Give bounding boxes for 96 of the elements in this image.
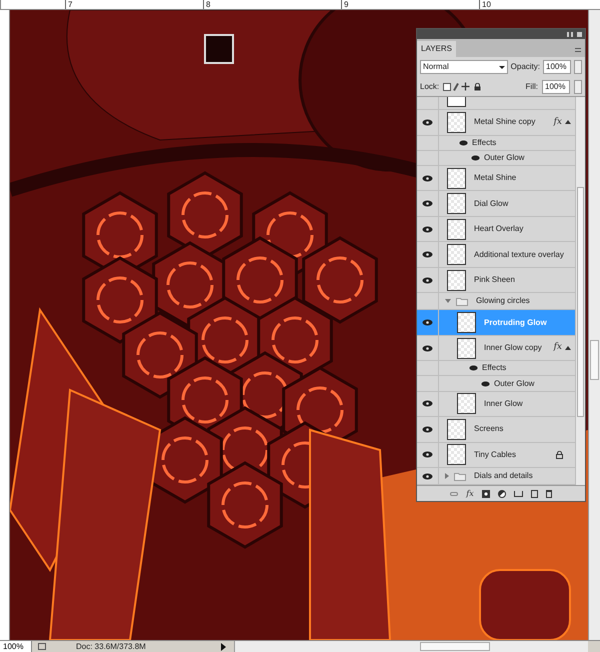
layer-thumbnail	[447, 168, 466, 189]
collapse-icon[interactable]	[567, 32, 573, 36]
layer-row[interactable]: Metal Shine copy fx	[417, 110, 575, 136]
brush-icon[interactable]	[453, 82, 459, 90]
effects-label: Effects	[472, 136, 496, 149]
effect-name: Outer Glow	[494, 378, 534, 390]
layer-name: Pink Sheen	[474, 274, 515, 286]
lock-transparency-icon[interactable]	[443, 82, 452, 90]
group-row[interactable]: Dials and details	[417, 468, 575, 485]
layer-thumbnail	[447, 244, 466, 266]
adjustment-icon[interactable]	[498, 490, 506, 498]
layer-name: Inner Glow copy	[484, 342, 542, 354]
mask-icon[interactable]	[482, 490, 490, 498]
layer-thumbnail	[457, 338, 476, 359]
scroll-thumb[interactable]	[577, 187, 584, 417]
move-icon[interactable]	[461, 82, 470, 91]
layer-row[interactable]: Inner Glow	[417, 392, 575, 418]
effects-badge[interactable]: fx	[554, 341, 562, 355]
layer-row[interactable]: Heart Overlay	[417, 216, 575, 242]
eye-icon[interactable]	[422, 400, 433, 408]
layer-name: Screens	[474, 423, 504, 436]
layer-thumbnail	[447, 218, 466, 240]
layer-name: Inner Glow	[484, 398, 523, 410]
layers-tab[interactable]: LAYERS	[417, 41, 456, 57]
eye-icon[interactable]	[422, 276, 433, 284]
panel-menu-icon[interactable]	[575, 48, 581, 52]
new-layer-icon[interactable]	[530, 490, 538, 498]
layer-row[interactable]: Screens	[417, 417, 575, 443]
eye-icon[interactable]	[422, 344, 433, 352]
effects-label: Effects	[482, 362, 506, 374]
eye-icon[interactable]	[422, 426, 433, 433]
layer-thumbnail	[447, 444, 466, 466]
eye-icon[interactable]	[422, 118, 433, 126]
layer-row[interactable]: Dial Glow	[417, 191, 575, 217]
effect-name: Outer Glow	[484, 152, 524, 164]
layer-name: Metal Shine copy	[474, 116, 536, 128]
opacity-field[interactable]: 100%	[543, 60, 571, 74]
close-icon[interactable]	[577, 32, 582, 36]
lock-icon[interactable]	[474, 82, 482, 90]
scroll-thumb[interactable]	[590, 340, 599, 380]
scroll-thumb[interactable]	[420, 642, 490, 651]
layer-thumbnail	[457, 312, 476, 334]
horizontal-scrollbar[interactable]	[234, 641, 588, 652]
lock-label: Lock:	[420, 80, 440, 92]
layer-name: Tiny Cables	[474, 448, 516, 461]
layer-row[interactable]: Pink Sheen	[417, 268, 575, 294]
layer-name: Dial Glow	[474, 198, 508, 210]
layer-name: Protruding Glow	[484, 316, 547, 329]
eye-icon[interactable]	[422, 174, 433, 182]
preview-icon[interactable]	[38, 643, 46, 650]
layer-thumbnail	[457, 393, 476, 414]
eye-icon[interactable]	[422, 319, 433, 326]
blend-mode-dropdown[interactable]: Normal	[420, 60, 508, 74]
eye-icon[interactable]	[471, 154, 480, 161]
layer-row[interactable]: Additional texture overlay	[417, 242, 575, 268]
eye-icon[interactable]	[459, 140, 468, 146]
layer-thumbnail	[447, 418, 466, 440]
eye-icon[interactable]	[422, 472, 433, 480]
layer-row[interactable]: Metal Shine	[417, 166, 575, 192]
layer-row[interactable]: Inner Glow copy fx	[417, 336, 575, 362]
eye-icon[interactable]	[422, 251, 433, 258]
ruler-label: 9	[341, 0, 479, 9]
group-name: Glowing circles	[476, 295, 530, 308]
ruler-label: 7	[65, 0, 203, 9]
fx-icon[interactable]: fx	[466, 488, 474, 500]
eye-icon[interactable]	[422, 226, 433, 233]
eye-icon[interactable]	[422, 451, 433, 458]
dropdown-caret-icon	[498, 66, 505, 68]
layer-thumbnail	[447, 112, 466, 133]
document-size: Doc: 33.6M/373.8M	[76, 641, 147, 652]
opacity-label: Opacity:	[510, 61, 540, 73]
layer-thumbnail	[447, 270, 466, 291]
zoom-level[interactable]: 100%	[0, 641, 32, 652]
ruler-label: 8	[203, 0, 341, 9]
eye-icon[interactable]	[481, 380, 490, 387]
disclosure-triangle-icon[interactable]	[445, 473, 449, 480]
layer-row[interactable]: Tiny Cables	[417, 442, 575, 468]
eye-icon[interactable]	[469, 365, 478, 372]
ruler-label: 10	[479, 0, 600, 9]
fill-label: Fill:	[526, 80, 538, 92]
panel-scrollbar[interactable]	[575, 97, 585, 485]
effects-badge[interactable]: fx	[554, 116, 562, 130]
layer-name: Heart Overlay	[474, 223, 524, 236]
eye-icon[interactable]	[422, 200, 433, 208]
group-row[interactable]: Glowing circles	[417, 293, 575, 310]
collapse-arrow-icon[interactable]	[565, 120, 571, 124]
play-arrow-icon[interactable]	[221, 642, 226, 650]
disclosure-triangle-icon[interactable]	[445, 299, 451, 304]
group-name: Dials and details	[474, 470, 533, 482]
layer-thumbnail	[447, 193, 466, 214]
layer-name: Additional texture overlay	[474, 248, 564, 261]
fill-field[interactable]: 100%	[542, 80, 570, 94]
layer-thumbnail	[447, 97, 466, 108]
collapse-arrow-icon[interactable]	[565, 346, 571, 350]
vertical-scrollbar[interactable]	[588, 10, 600, 640]
layer-name: Metal Shine	[474, 172, 516, 184]
